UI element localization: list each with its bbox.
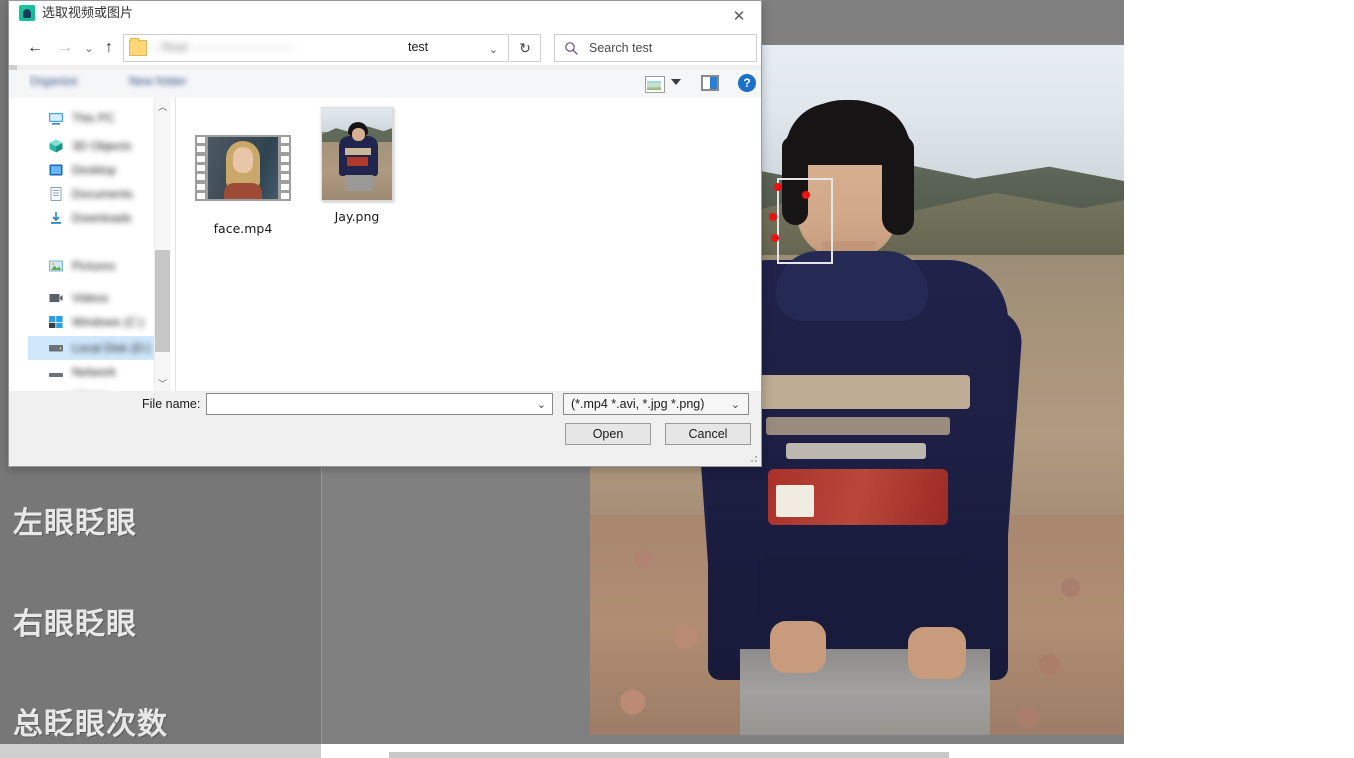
address-path-redacted: ···Real··························· [150,39,403,59]
tree-item-label: Downloads [72,211,132,225]
toolbar-commands-redacted: Organize New folder [29,74,219,92]
tree-item-label: Desktop [72,163,117,177]
tree-item-selected[interactable]: Local Disk (D:) [28,336,168,360]
resize-grip[interactable] [748,453,758,463]
dialog-footer: File name: ⌄ (*.mp4 *.avi, *.jpg *.png) … [9,391,761,466]
file-thumbnail [188,118,298,218]
help-icon[interactable]: ? [738,74,756,92]
tree-item[interactable]: This PC [28,106,168,130]
documents-icon [48,186,64,202]
tree-item[interactable]: Videos [28,286,168,310]
tree-item-label: 3D Objects [72,139,132,153]
tree-scrollbar[interactable]: ︿ ﹀ [154,98,170,391]
tree-item-label: Local Disk (D:) [72,341,151,355]
network-icon [48,364,64,380]
metric-label-total: 总眨眼次数 [13,707,168,742]
tree-item-label: Network [72,365,117,379]
metric-label-right-eye: 右眼眨眼 [13,607,137,642]
videos-icon [48,290,64,306]
video-picker-icon [19,5,35,21]
filename-input[interactable]: ⌄ [206,393,553,415]
back-icon[interactable]: ← [23,36,47,60]
tree-item[interactable]: Downloads [28,206,168,230]
screen: 左眼眨眼 右眼眨眼 总眨眼次数 选取视频或图片 ✕ ← → ⌄ ↑ ···Rea… [0,0,1354,758]
address-current-folder: test [408,40,429,54]
landmark-point [769,213,777,221]
landmark-point [774,183,782,191]
refresh-icon[interactable]: ↻ [510,34,541,62]
search-box[interactable]: Search test [554,34,757,62]
open-button[interactable]: Open [565,423,651,445]
file-name-label: face.mp4 [213,221,273,236]
tree-item[interactable]: Desktop [28,158,168,182]
dialog-titlebar: 选取视频或图片 ✕ [9,1,761,31]
forward-icon[interactable]: → [53,36,77,60]
navigation-tree: This PC 3D Objects Desktop Documents Dow… [28,98,168,391]
tree-item-label: Videos [72,291,109,305]
desktop-icon [48,162,64,178]
tree-item[interactable]: Library [28,384,168,391]
tree-item[interactable]: Network [28,360,168,384]
pictures-icon [48,258,64,274]
computer-icon [48,110,64,126]
view-layout-icon[interactable] [645,76,665,93]
up-one-level-icon[interactable]: ↑ [97,36,121,60]
tree-item[interactable]: Windows (C:) [28,310,168,334]
tree-item-label: Windows (C:) [72,315,145,329]
video-thumbnail-icon [195,135,291,201]
chevron-down-icon[interactable]: ⌄ [731,398,740,411]
file-item-image[interactable]: Jay.png [302,101,412,224]
face-detection-box [769,178,833,264]
tree-item-label: This PC [72,111,115,125]
address-bar[interactable]: ···Real··························· test … [123,34,509,62]
landmark-point [771,234,779,242]
file-item-video[interactable]: face.mp4 [188,118,298,236]
organize-button[interactable]: Organize [29,74,78,88]
scroll-down-icon[interactable]: ﹀ [155,375,170,391]
image-thumbnail-icon [321,106,393,201]
objects-icon [48,138,64,154]
preview-pane-icon[interactable] [701,75,719,91]
chevron-down-icon[interactable]: ⌄ [537,398,546,411]
dialog-body: This PC 3D Objects Desktop Documents Dow… [9,98,761,391]
dialog-title: 选取视频或图片 [42,6,134,21]
close-icon[interactable]: ✕ [717,1,761,31]
dialog-navigation-bar: ← → ⌄ ↑ ···Real·························… [9,31,761,65]
dialog-toolbar: Organize New folder ? [9,70,761,98]
cancel-button[interactable]: Cancel [665,423,751,445]
tree-item[interactable]: Documents [28,182,168,206]
new-folder-button[interactable]: New folder [129,74,186,88]
address-path-text: ···Real··························· [150,40,295,54]
app-bottom-left-fill [0,744,321,758]
chevron-down-icon[interactable]: ⌄ [489,43,498,56]
file-thumbnail [302,101,412,206]
bottom-progress-bar[interactable] [389,752,949,758]
chevron-down-icon[interactable] [671,79,681,85]
file-list: face.mp4 Jay.png [176,98,761,391]
tree-item-label: Pictures [72,259,116,273]
tree-item[interactable]: Pictures [28,254,168,278]
tree-item[interactable]: 3D Objects [28,134,168,158]
downloads-icon [48,210,64,226]
filename-label: File name: [142,397,201,411]
drive-icon [48,340,64,356]
folder-icon [129,38,147,56]
file-type-filter-select[interactable]: (*.mp4 *.avi, *.jpg *.png) ⌄ [563,393,749,415]
search-input[interactable]: Search test [589,41,652,55]
metric-label-left-eye: 左眼眨眼 [13,506,137,541]
file-open-dialog: 选取视频或图片 ✕ ← → ⌄ ↑ ···Real···············… [8,0,762,467]
scrollbar-thumb[interactable] [155,250,170,352]
search-icon [564,41,579,56]
scroll-up-icon[interactable]: ︿ [155,98,170,114]
landmark-point [802,191,810,199]
app-right-margin [1124,0,1354,758]
windows-drive-icon [48,314,64,330]
file-type-filter-value: (*.mp4 *.avi, *.jpg *.png) [571,397,705,411]
file-name-label: Jay.png [334,209,380,224]
tree-item-label: Documents [72,187,133,201]
